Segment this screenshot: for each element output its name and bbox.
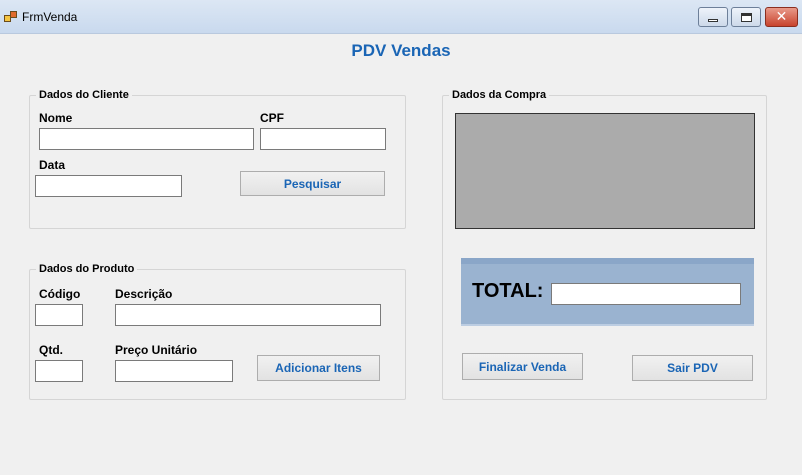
close-button[interactable]: ✕ [765,7,798,27]
total-label: TOTAL: [472,280,544,302]
maximize-button[interactable] [731,7,761,27]
group-dados-cliente: Dados do Cliente [29,89,406,229]
maximize-icon [740,12,752,22]
cpf-label: CPF [260,111,284,125]
codigo-label: Código [39,287,81,301]
adicionar-itens-button[interactable]: Adicionar Itens [257,355,380,381]
group-title-compra: Dados da Compra [449,89,550,101]
minimize-button[interactable] [698,7,728,27]
qtd-field[interactable] [35,360,83,382]
page-title: PDV Vendas [351,41,451,60]
total-field[interactable] [551,283,741,305]
preco-unitario-label: Preço Unitário [115,343,198,357]
group-title-cliente: Dados do Cliente [36,89,132,101]
codigo-field[interactable] [35,304,83,326]
preco-unitario-field[interactable] [115,360,233,382]
descricao-label: Descrição [115,287,173,301]
descricao-field[interactable] [115,304,381,326]
data-field[interactable] [35,175,182,197]
nome-field[interactable] [39,128,254,150]
total-panel: TOTAL: [461,258,754,326]
cpf-field[interactable] [260,128,386,150]
itens-grid[interactable] [455,113,755,229]
nome-label: Nome [39,111,73,125]
app-form-icon [4,11,18,23]
window-titlebar[interactable]: FrmVenda ✕ [0,0,802,34]
window-title: FrmVenda [22,10,78,24]
qtd-label: Qtd. [39,343,63,357]
data-label: Data [39,158,66,172]
minimize-icon [708,19,718,22]
pesquisar-button[interactable]: Pesquisar [240,171,385,196]
finalizar-venda-button[interactable]: Finalizar Venda [462,353,583,380]
sair-pdv-button[interactable]: Sair PDV [632,355,753,381]
close-icon: ✕ [775,9,788,25]
group-title-produto: Dados do Produto [36,263,138,275]
